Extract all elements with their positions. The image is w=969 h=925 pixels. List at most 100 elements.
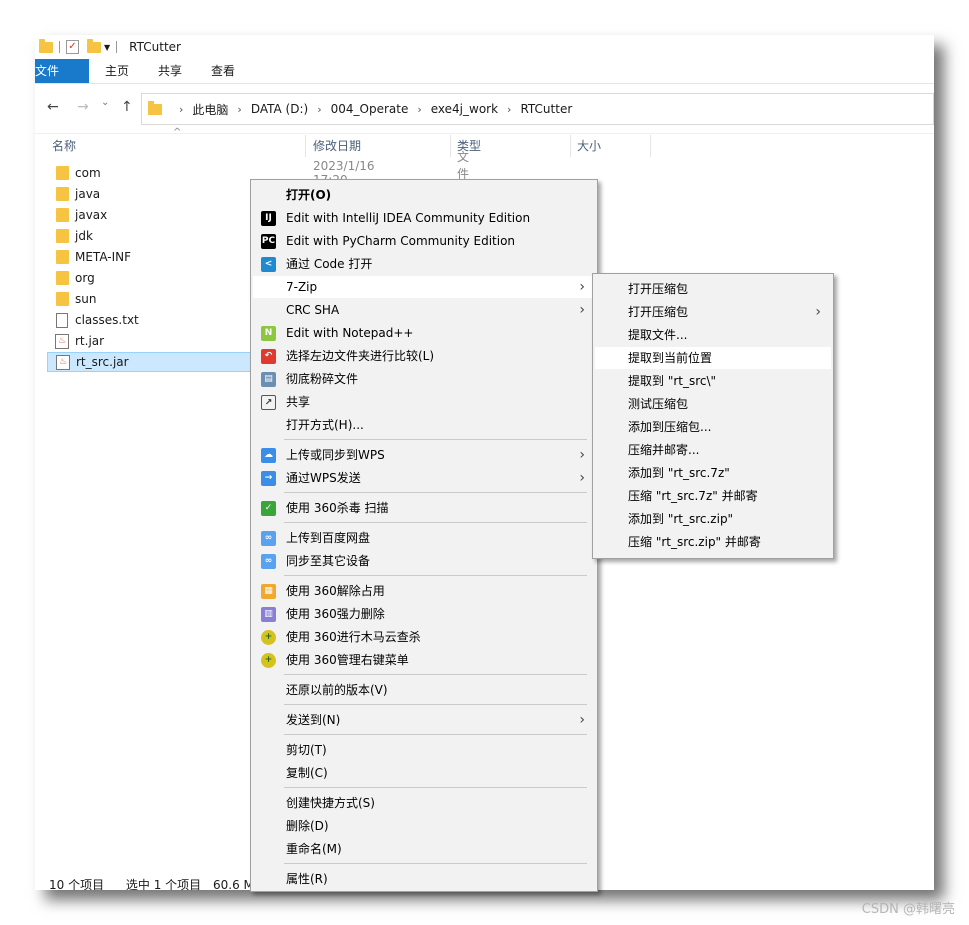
7zip-extract-to-folder[interactable]: 提取到 "rt_src\": [595, 370, 831, 392]
tab-home[interactable]: 主页: [105, 59, 129, 83]
7zip-open-archive[interactable]: 打开压缩包: [595, 278, 831, 300]
menu-item-open-with[interactable]: 打开方式(H)...: [253, 414, 595, 436]
menu-item-restore-versions[interactable]: 还原以前的版本(V): [253, 679, 595, 701]
selection-count: 选中 1 个项目: [125, 878, 202, 890]
7zip-extract-files[interactable]: 提取文件...: [595, 324, 831, 346]
new-folder-icon[interactable]: [87, 38, 101, 53]
menu-item-baidu-sync[interactable]: ∞ 同步至其它设备: [253, 550, 595, 572]
menu-item-delete[interactable]: 删除(D): [253, 815, 595, 837]
tab-share[interactable]: 共享: [158, 59, 182, 83]
trojan-scan-360-icon: +: [261, 630, 276, 645]
list-item[interactable]: jdk: [47, 226, 252, 246]
compare-icon: ↶: [261, 349, 276, 364]
menu-item-360-menu-manager[interactable]: + 使用 360管理右键菜单: [253, 649, 595, 671]
forward-arrow-icon[interactable]: →: [77, 99, 89, 115]
vscode-icon: <: [261, 257, 276, 272]
folder-icon: [56, 271, 69, 285]
list-item[interactable]: META-INF: [47, 247, 252, 267]
column-name[interactable]: 名称: [52, 137, 76, 154]
7zip-extract-here[interactable]: 提取到当前位置: [595, 347, 831, 369]
7zip-compress-7z-email[interactable]: 压缩 "rt_src.7z" 并邮寄: [595, 485, 831, 507]
menu-item-360-force-delete[interactable]: ▥ 使用 360强力删除: [253, 603, 595, 625]
breadcrumb-drive[interactable]: DATA (D:): [251, 102, 308, 116]
list-item[interactable]: ♨ rt.jar: [47, 331, 252, 351]
file-name: com: [75, 166, 101, 180]
menu-item-share[interactable]: ↗ 共享: [253, 391, 595, 413]
divider: [59, 41, 60, 53]
menu-item-360-unlock[interactable]: ▦ 使用 360解除占用: [253, 580, 595, 602]
breadcrumb-exe4j-work[interactable]: exe4j_work: [431, 102, 498, 116]
menu-item-wps-send[interactable]: → 通过WPS发送 ›: [253, 467, 595, 489]
menu-item-pycharm[interactable]: PC Edit with PyCharm Community Edition: [253, 230, 595, 252]
list-item[interactable]: java: [47, 184, 252, 204]
list-item-selected[interactable]: ♨ rt_src.jar: [47, 352, 252, 372]
menu-item-7zip[interactable]: 7-Zip ›: [253, 276, 595, 298]
folder-icon: [56, 208, 69, 222]
intellij-icon: IJ: [261, 211, 276, 226]
column-headers: ^ 名称 修改日期 类型 大小: [35, 127, 934, 157]
breadcrumb-operate[interactable]: 004_Operate: [331, 102, 409, 116]
list-item[interactable]: sun: [47, 289, 252, 309]
navigation-bar: ← → ⌄ ↑ › 此电脑 › DATA (D:) › 004_Operate …: [35, 83, 934, 134]
shredder-icon: ▤: [261, 372, 276, 387]
up-arrow-icon[interactable]: ↑: [121, 99, 133, 115]
menu-item-notepadpp[interactable]: N Edit with Notepad++: [253, 322, 595, 344]
menu-item-vscode[interactable]: < 通过 Code 打开: [253, 253, 595, 275]
menu-item-rename[interactable]: 重命名(M): [253, 838, 595, 860]
menu-item-properties[interactable]: 属性(R): [253, 868, 595, 890]
menu-item-baidu-upload[interactable]: ∞ 上传到百度网盘: [253, 527, 595, 549]
recent-locations-chevron-icon[interactable]: ⌄: [101, 97, 109, 108]
7zip-test-archive[interactable]: 测试压缩包: [595, 393, 831, 415]
7zip-add-to-zip[interactable]: 添加到 "rt_src.zip": [595, 508, 831, 530]
menu-item-shred[interactable]: ▤ 彻底粉碎文件: [253, 368, 595, 390]
column-size[interactable]: 大小: [577, 137, 601, 154]
tab-file[interactable]: 文件: [35, 59, 89, 83]
breadcrumb-separator: ›: [179, 102, 184, 116]
context-menu: 打开(O) IJ Edit with IntelliJ IDEA Communit…: [250, 179, 598, 892]
menu-item-compare[interactable]: ↶ 选择左边文件夹进行比较(L): [253, 345, 595, 367]
7zip-compress-email[interactable]: 压缩并邮寄...: [595, 439, 831, 461]
column-divider[interactable]: [450, 135, 451, 157]
breadcrumb-separator: ›: [237, 102, 242, 116]
column-divider[interactable]: [570, 135, 571, 157]
breadcrumb-rtcutter[interactable]: RTCutter: [520, 102, 572, 116]
menu-manager-360-icon: +: [261, 653, 276, 668]
menu-divider: [284, 575, 587, 576]
properties-checkmark-icon[interactable]: ✓: [66, 40, 79, 54]
7zip-open-archive-submenu[interactable]: 打开压缩包 ›: [595, 301, 831, 323]
address-bar[interactable]: › 此电脑 › DATA (D:) › 004_Operate › exe4j_…: [141, 93, 934, 125]
title-bar: ✓ ▼ RTCutter: [35, 35, 934, 59]
column-divider[interactable]: [305, 135, 306, 157]
menu-item-create-shortcut[interactable]: 创建快捷方式(S): [253, 792, 595, 814]
menu-item-360-scan[interactable]: ✓ 使用 360杀毒 扫描: [253, 497, 595, 519]
menu-item-360-trojan[interactable]: + 使用 360进行木马云查杀: [253, 626, 595, 648]
menu-item-copy[interactable]: 复制(C): [253, 762, 595, 784]
menu-item-send-to[interactable]: 发送到(N) ›: [253, 709, 595, 731]
menu-item-wps-sync[interactable]: ☁ 上传或同步到WPS ›: [253, 444, 595, 466]
notepadpp-icon: N: [261, 326, 276, 341]
7zip-compress-zip-email[interactable]: 压缩 "rt_src.zip" 并邮寄: [595, 531, 831, 553]
menu-item-cut[interactable]: 剪切(T): [253, 739, 595, 761]
menu-divider: [284, 439, 587, 440]
list-item[interactable]: com 2023/1/16 17:20 文件夹: [47, 150, 469, 198]
menu-item-open[interactable]: 打开(O): [253, 184, 595, 206]
list-item[interactable]: classes.txt: [47, 310, 252, 330]
list-item[interactable]: org: [47, 268, 252, 288]
back-arrow-icon[interactable]: ←: [47, 99, 59, 115]
tab-view[interactable]: 查看: [211, 59, 235, 83]
chevron-right-icon: ›: [579, 447, 585, 463]
force-delete-360-icon: ▥: [261, 607, 276, 622]
column-divider[interactable]: [650, 135, 651, 157]
quick-access-dropdown-icon[interactable]: ▼: [104, 43, 110, 52]
file-name: org: [75, 271, 95, 285]
7zip-add-to-archive[interactable]: 添加到压缩包...: [595, 416, 831, 438]
7zip-add-to-7z[interactable]: 添加到 "rt_src.7z": [595, 462, 831, 484]
list-item[interactable]: javax: [47, 205, 252, 225]
menu-item-intellij[interactable]: IJ Edit with IntelliJ IDEA Community Edit…: [253, 207, 595, 229]
jar-file-icon: ♨: [55, 333, 69, 349]
menu-item-crc-sha[interactable]: CRC SHA ›: [253, 299, 595, 321]
item-count: 10 个项目: [49, 878, 105, 890]
wps-send-icon: →: [261, 471, 276, 486]
breadcrumb-this-pc[interactable]: 此电脑: [192, 101, 228, 118]
column-date[interactable]: 修改日期: [313, 137, 361, 154]
